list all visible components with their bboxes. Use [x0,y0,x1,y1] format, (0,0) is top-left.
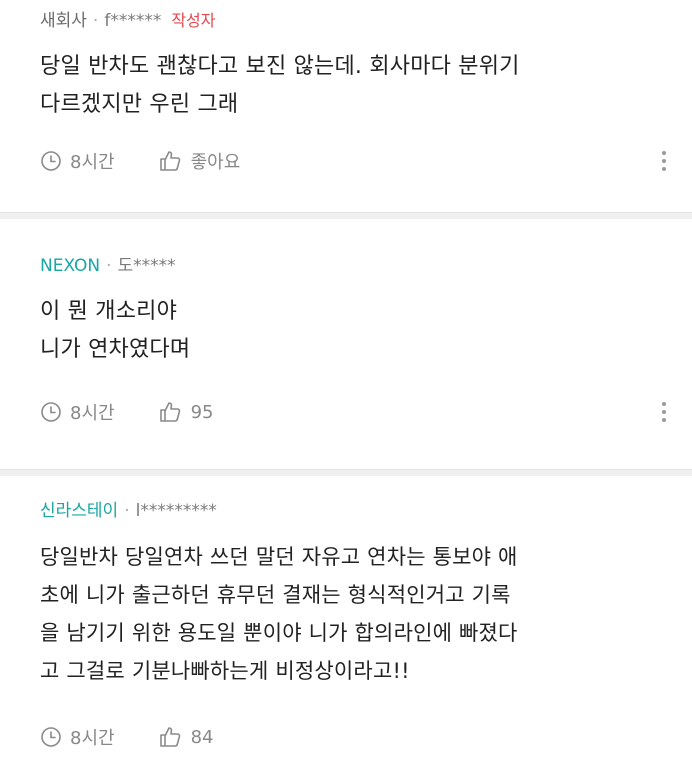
clock-icon [41,727,61,747]
comment-meta: NEXON · 도***** [40,219,652,277]
time-info: 8시간 [40,724,115,750]
user-name: f****** [104,11,162,31]
like-count: 좋아요 [190,152,241,173]
author-badge: 작성자 [171,11,216,30]
more-vertical-icon[interactable] [662,151,666,171]
separator-dot: · [106,256,112,276]
thumbs-up-icon [159,727,180,747]
more-vertical-icon[interactable] [662,402,666,422]
divider [0,212,692,219]
separator-dot: · [92,11,99,31]
comment-item: 신라스테이 · l********* 당일반차 당일연차 쓰던 말던 자유고 연… [0,476,692,766]
comment-body: 이 뭔 개소리야 니가 연차였다며 [40,299,191,362]
time-label: 8시간 [70,152,115,173]
thumbs-up-icon [159,402,180,422]
like-button[interactable]: 95 [159,401,214,423]
like-count: 95 [190,401,214,423]
comment-feed: 새회사 · f****** 작성자 당일 반차도 괜찮다고 보진 않는데. 회사… [0,0,692,766]
time-info: 8시간 [40,148,115,174]
thumbs-up-icon [159,151,180,171]
comment-meta: 신라스테이 · l********* [40,476,652,522]
comment-footer: 8시간 95 [40,399,666,425]
company-name[interactable]: 새회사 [40,10,87,32]
comment-footer: 8시간 84 [40,724,666,750]
time-label: 8시간 [70,403,115,424]
comment-body: 당일 반차도 괜찮다고 보진 않는데. 회사마다 분위기 다르겠지만 우린 그래 [40,54,520,117]
comment-meta: 새회사 · f****** 작성자 [40,0,652,32]
like-count: 84 [190,726,214,748]
clock-icon [41,402,61,422]
comment-body: 당일반차 당일연차 쓰던 말던 자유고 연차는 통보야 애 초에 니가 출근하던… [40,545,518,683]
clock-icon [41,151,61,171]
like-button[interactable]: 좋아요 [159,148,241,174]
separator-dot: · [124,501,130,521]
comment-item: 새회사 · f****** 작성자 당일 반차도 괜찮다고 보진 않는데. 회사… [0,0,692,212]
company-name[interactable]: 신라스테이 [40,500,118,522]
time-label: 8시간 [70,728,115,749]
time-info: 8시간 [40,399,115,425]
comment-footer: 8시간 좋아요 [40,148,666,174]
like-button[interactable]: 84 [159,726,214,748]
comment-item: NEXON · 도***** 이 뭔 개소리야 니가 연차였다며 8시간 95 [0,219,692,469]
divider [0,469,692,476]
company-name[interactable]: NEXON [40,255,100,277]
user-name: l********* [135,501,217,521]
user-name: 도***** [117,256,176,276]
